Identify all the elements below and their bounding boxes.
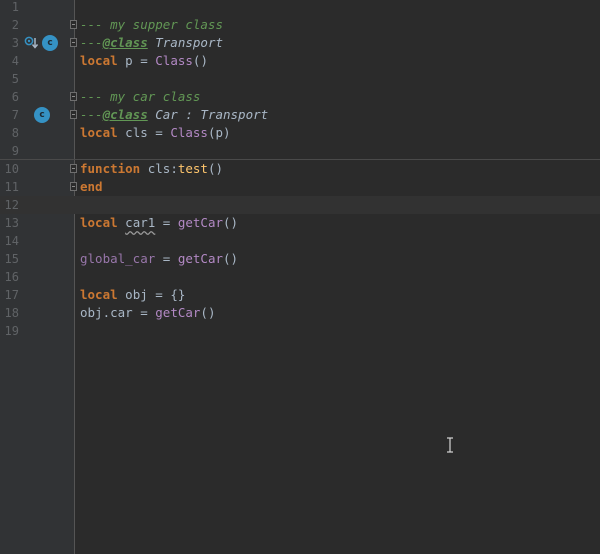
code-text: global_car = getCar() [80,251,239,266]
line-number: 9 [11,144,19,158]
code-text: local p = Class() [80,53,208,68]
override-arrow-icon[interactable] [24,36,38,50]
code-line-9[interactable]: 9 [0,142,600,160]
fold-marker-icon[interactable] [70,110,77,119]
fold-marker-icon[interactable] [70,164,77,173]
line-number: 12 [4,198,19,212]
comment-text: --- my supper class [80,17,223,32]
code-line-15[interactable]: 15 global_car = getCar() [0,250,600,268]
line-number: 1 [11,0,19,14]
annotation-line: ---@class Car : Transport [80,107,269,122]
line-number: 10 [4,162,19,176]
line-number: 7 [11,108,19,122]
code-text: obj.car = getCar() [80,305,216,320]
code-text: function cls:test() [80,161,224,176]
line-number: 19 [4,324,19,338]
comment-text: --- my car class [80,89,201,104]
code-line-10[interactable]: 10 function cls:test() [0,160,600,178]
code-line-8[interactable]: 8 local cls = Class(p) [0,124,600,142]
code-line-3[interactable]: 3 c ---@class Transport [0,34,600,52]
fold-marker-icon[interactable] [70,38,77,47]
code-editor[interactable]: 1 2 --- my supper class 3 c ---@class Tr… [0,0,600,554]
code-line-11[interactable]: 11 end [0,178,600,196]
class-c-icon[interactable]: c [42,35,58,51]
code-line-2[interactable]: 2 --- my supper class [0,16,600,34]
line-number: 8 [11,126,19,140]
annotation-line: ---@class Transport [80,35,223,50]
line-number: 14 [4,234,19,248]
fold-marker-icon[interactable] [70,182,77,191]
code-line-14[interactable]: 14 [0,232,600,250]
line-number: 15 [4,252,19,266]
code-line-6[interactable]: 6 --- my car class [0,88,600,106]
class-c-icon[interactable]: c [34,107,50,123]
line-number: 18 [4,306,19,320]
code-text: local car1 = getCar() [80,215,239,230]
code-line-1[interactable]: 1 [0,0,600,16]
code-line-5[interactable]: 5 [0,70,600,88]
code-line-18[interactable]: 18 obj.car = getCar() [0,304,600,322]
fold-marker-icon[interactable] [70,20,77,29]
code-line-16[interactable]: 16 [0,268,600,286]
unused-variable-warning: car1 [125,215,156,230]
code-text: end [80,179,103,194]
code-line-13[interactable]: 13 local car1 = getCar() [0,214,600,232]
line-number: 3 [11,36,19,50]
line-number: 11 [4,180,19,194]
code-text: local cls = Class(p) [80,125,231,140]
code-line-17[interactable]: 17 local obj = {} [0,286,600,304]
code-line-19[interactable]: 19 [0,322,600,340]
code-line-12[interactable]: 12 [0,196,600,214]
line-number: 13 [4,216,19,230]
line-number: 4 [11,54,19,68]
code-text: local obj = {} [80,287,186,302]
ibeam-cursor-icon [447,437,453,453]
line-number: 2 [11,18,19,32]
code-line-4[interactable]: 4 local p = Class() [0,52,600,70]
line-number: 6 [11,90,19,104]
code-line-7[interactable]: 7 c ---@class Car : Transport [0,106,600,124]
fold-marker-icon[interactable] [70,92,77,101]
line-number: 16 [4,270,19,284]
line-number: 5 [11,72,19,86]
line-number: 17 [4,288,19,302]
